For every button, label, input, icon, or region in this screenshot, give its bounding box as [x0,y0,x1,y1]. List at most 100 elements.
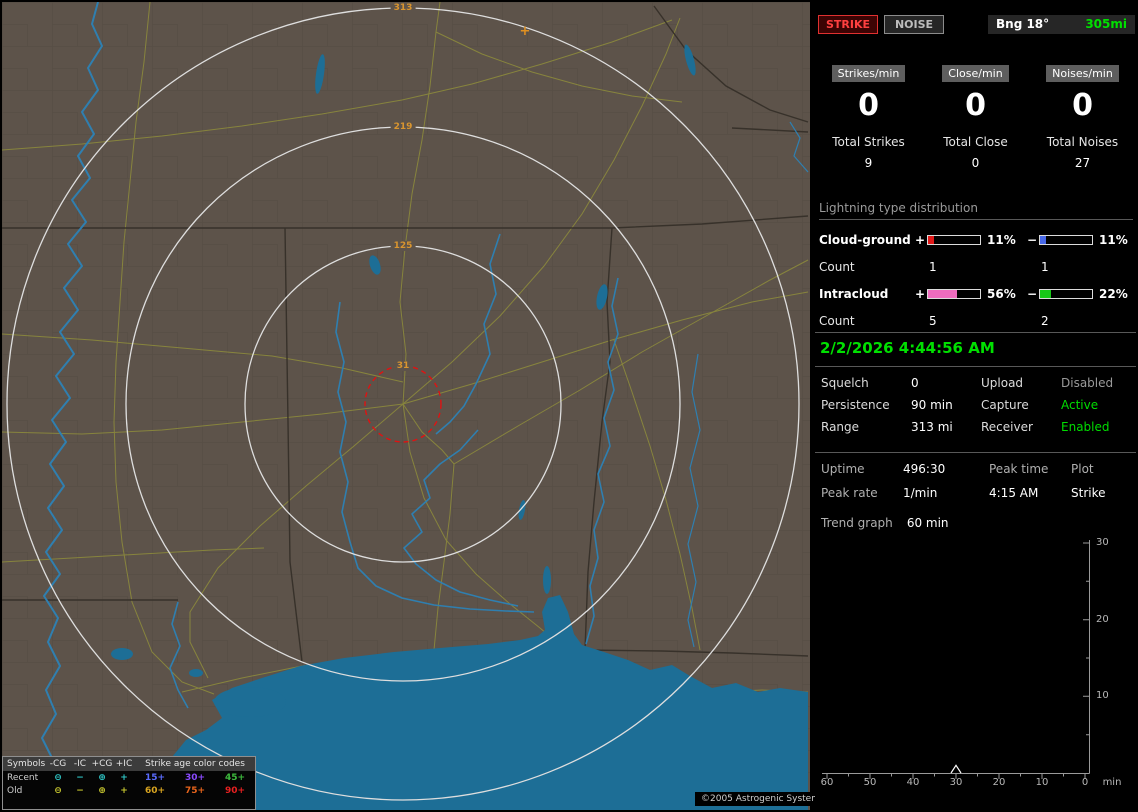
intracloud-count-row: Count 5 2 [819,307,1133,334]
uptime-label: Uptime [821,462,865,476]
upload-status: Disabled [1061,376,1114,390]
ring-label-313: 313 [390,3,416,13]
legend-type-ic-neg: -IC [73,759,87,769]
trend-plot [822,540,1090,779]
trend-graph-label: Trend graph [821,516,893,530]
settings-table: Squelch 0 Upload Disabled Persistence 90… [821,376,1135,434]
uptime-value: 496:30 [903,462,946,476]
mobile-delta [543,566,551,594]
close-per-min-badge: Close/min [942,65,1009,82]
cg-pos-symbol: ⊕ [98,772,106,783]
trend-graph-header: Trend graph 60 min [821,516,949,530]
lake [214,687,286,717]
ic-plus-bar [927,288,981,299]
receiver-status: Enabled [1061,420,1110,434]
peak-rate-label: Peak rate [821,486,878,500]
cloud-ground-label: Cloud-ground [819,232,911,247]
peak-time-label: Peak time [989,462,1049,476]
bearing-range: 305mi [1085,17,1127,31]
ic-minus-percent: 22% [1099,286,1128,301]
legend-old-row: Old ⊖ − ⊕ + 60+ 75+ 90+ [3,784,255,797]
cg-neg-symbol: ⊖ [54,772,62,783]
session-stats: Uptime 496:30 Peak time Plot Peak rate 1… [821,462,1135,500]
ic-pos-symbol: + [120,772,128,783]
capture-status: Active [1061,398,1099,412]
legend-row-label: Old [7,785,23,796]
copyright-label: ©2005 Astrogenic Systems [695,792,831,806]
plot-label: Plot [1071,462,1094,476]
ic-minus-bar [1039,288,1093,299]
ic-plus-count: 5 [929,313,937,328]
ic-minus-count: 2 [1041,313,1049,328]
cg-minus-percent: 11% [1099,232,1128,247]
strike-mode-button[interactable]: STRIKE [818,15,878,34]
total-noises-value: 27 [1074,156,1091,170]
range-value: 313 mi [911,420,953,434]
legend-symbols-header: Symbols [7,759,46,769]
age-code-30: 30+ [184,772,206,783]
age-code-75: 75+ [184,785,206,796]
legend-row-label: Recent [7,772,39,783]
peak-rate-value: 1/min [903,486,938,500]
cg-plus-bar [927,234,981,245]
total-strikes-value: 9 [864,156,873,170]
receiver-label: Receiver [981,420,1033,434]
capture-label: Capture [981,398,1029,412]
lake [189,669,203,677]
squelch-label: Squelch [821,376,869,390]
trend-spike [950,764,962,774]
ring-label-31: 31 [393,361,413,371]
persistence-label: Persistence [821,398,890,412]
noises-column: Noises/min 0 Total Noises 27 [1029,62,1136,170]
distribution-title: Lightning type distribution [819,201,1133,220]
cg-plus-count: 1 [929,259,937,274]
legend-type-ic-pos: +IC [115,759,133,769]
cg-minus-count: 1 [1041,259,1049,274]
legend-type-cg-pos: +CG [91,759,113,769]
clock: 2/2/2026 4:44:56 AM [820,339,995,357]
sidebar: STRIKE NOISE Bng 18° 305mi Strikes/min 0… [815,0,1138,812]
legend-age-header: Strike age color codes [145,759,245,769]
legend-header-row: Symbols -CG -IC +CG +IC Strike age color… [3,757,255,771]
lightning-map[interactable]: 313 219 125 31 + Symbols -CG -IC +CG +IC… [2,2,831,810]
intracloud-row: Intracloud + 56% − 22% [819,280,1133,307]
ring-label-219: 219 [390,122,416,132]
intracloud-label: Intracloud [819,286,889,301]
ic-neg-symbol: − [76,785,84,796]
bearing-value: Bng 18° [996,17,1050,31]
cloud-ground-row: Cloud-ground + 11% − 11% [819,226,1133,253]
strikes-per-min-value: 0 [858,88,879,123]
ic-plus-percent: 56% [987,286,1016,301]
ring-label-125: 125 [390,241,416,251]
strikes-column: Strikes/min 0 Total Strikes 9 [815,62,922,170]
age-code-45: 45+ [224,772,246,783]
minus-sign: − [1026,286,1038,301]
minus-sign: − [1026,232,1038,247]
close-per-min-value: 0 [965,88,986,123]
age-code-60: 60+ [144,785,166,796]
upload-label: Upload [981,376,1024,390]
bearing-box: Bng 18° 305mi [988,15,1135,34]
mode-row: STRIKE NOISE Bng 18° 305mi [815,15,1138,35]
squelch-value: 0 [911,376,919,390]
peak-time-value: 4:15 AM [989,486,1039,500]
count-label: Count [819,259,855,274]
total-noises-label: Total Noises [1046,135,1119,149]
close-column: Close/min 0 Total Close 0 [922,62,1029,170]
rate-counters: Strikes/min 0 Total Strikes 9 Close/min … [815,62,1136,170]
lightning-distribution: Lightning type distribution Cloud-ground… [819,201,1133,334]
total-close-value: 0 [971,156,980,170]
age-code-15: 15+ [144,772,166,783]
trend-graph: 60 50 40 30 20 10 0 min 30 20 10 [818,535,1136,797]
total-close-label: Total Close [943,135,1008,149]
ic-neg-symbol: − [76,772,84,783]
plot-value: Strike [1071,486,1106,500]
count-label: Count [819,313,855,328]
persistence-value: 90 min [911,398,953,412]
plus-sign: + [914,232,926,247]
cg-pos-symbol: ⊕ [98,785,106,796]
map-legend: Symbols -CG -IC +CG +IC Strike age color… [2,756,256,810]
age-code-90: 90+ [224,785,246,796]
cg-plus-percent: 11% [987,232,1016,247]
noise-mode-button[interactable]: NOISE [884,15,944,34]
